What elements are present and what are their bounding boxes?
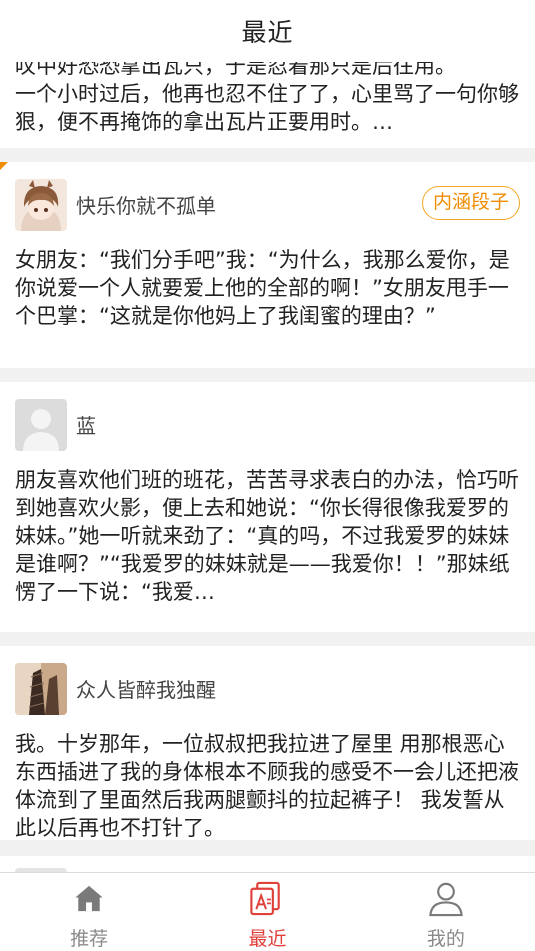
avatar[interactable]	[15, 399, 67, 451]
post-body: 女朋友：“我们分手吧”我：“为什么，我那么爱你，是你说爱一个人就要爱上他的全部的…	[0, 246, 535, 358]
post-header: 蓝	[0, 382, 535, 462]
avatar[interactable]	[15, 663, 67, 715]
page-title: 最近	[241, 18, 294, 47]
author-name[interactable]: 众人皆醉我独醒	[76, 674, 216, 703]
author-name[interactable]: 快乐你就不孤单	[76, 190, 216, 219]
bottom-tab-bar: 推荐 最近 我的	[0, 872, 535, 951]
recent-doc-icon	[250, 881, 281, 916]
tab-recommend[interactable]: 推荐	[0, 873, 178, 951]
category-tag[interactable]: 内涵段子	[421, 186, 520, 220]
post-card[interactable]: 叹中好恐恐拿出瓦只，于是忍着那只是后往用。 一个小时过后，他再也忍不住了了，心里…	[0, 62, 535, 148]
post-body-text: 一个小时过后，他再也忍不住了了，心里骂了一句你够狠，便不再掩饰的拿出瓦片正要用时…	[15, 82, 519, 134]
post-body-partial-line: 叹中好恐恐拿出瓦只，于是忍着那只是后往用。	[15, 62, 456, 78]
post-body-text: 我。十岁那年，一位叔叔把我拉进了屋里 用那根恶心东西插进了我的身体根本不顾我的感…	[15, 732, 519, 840]
user-icon	[429, 882, 463, 917]
post-body: 我。十岁那年，一位叔叔把我拉进了屋里 用那根恶心东西插进了我的身体根本不顾我的感…	[0, 730, 535, 840]
post-ellipsis: …	[372, 110, 393, 134]
post-body-text: 女朋友：“我们分手吧”我：“为什么，我那么爱你，是你说爱一个人就要爱上他的全部的…	[15, 248, 510, 328]
post-header: 快乐你就不孤单 内涵段子	[0, 162, 535, 242]
home-icon	[75, 885, 103, 912]
avatar[interactable]	[15, 179, 67, 231]
app-root: 最近 叹中好恐恐拿出瓦只，于是忍着那只是后往用。 一个小时过后，他再也忍不住了了…	[0, 0, 535, 951]
post-card[interactable]: 快乐你就不孤单 内涵段子 女朋友：“我们分手吧”我：“为什么，我那么爱你，是你说…	[0, 162, 535, 368]
tab-mine[interactable]: 我的	[357, 873, 535, 951]
post-card[interactable]	[0, 856, 535, 872]
tab-label: 最近	[248, 928, 287, 950]
post-header: 众人皆醉我独醒	[0, 646, 535, 726]
tab-label: 推荐	[70, 928, 109, 950]
post-body-text: 朋友喜欢他们班的班花，苦苦寻求表白的办法，恰巧听到她喜欢火影，便上去和她说：“你…	[15, 468, 519, 604]
feed-list[interactable]: 叹中好恐恐拿出瓦只，于是忍着那只是后往用。 一个小时过后，他再也忍不住了了，心里…	[0, 62, 535, 872]
author-name[interactable]: 蓝	[76, 410, 96, 439]
post-body: 叹中好恐恐拿出瓦只，于是忍着那只是后往用。 一个小时过后，他再也忍不住了了，心里…	[0, 62, 535, 148]
tab-label: 我的	[426, 928, 465, 950]
post-card[interactable]: 众人皆醉我独醒 我。十岁那年，一位叔叔把我拉进了屋里 用那根恶心东西插进了我的身…	[0, 632, 535, 840]
header-bar: 最近	[0, 0, 535, 62]
post-card[interactable]: 蓝 朋友喜欢他们班的班花，苦苦寻求表白的办法，恰巧听到她喜欢火影，便上去和她说：…	[0, 382, 535, 632]
post-body: 朋友喜欢他们班的班花，苦苦寻求表白的办法，恰巧听到她喜欢火影，便上去和她说：“你…	[0, 466, 535, 606]
tab-recent[interactable]: 最近	[178, 873, 356, 951]
